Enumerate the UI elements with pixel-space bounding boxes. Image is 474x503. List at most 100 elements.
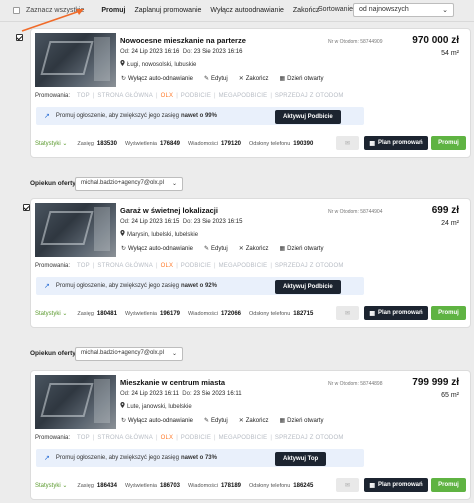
promo-option[interactable]: SPRZEDAJ Z OTODOM [275, 435, 344, 441]
listing-price: 799 999 zł [412, 377, 459, 388]
calendar-icon: ▦ [369, 482, 375, 489]
refresh-icon: ↻ [121, 418, 127, 424]
promo-option[interactable]: OLX [161, 93, 174, 99]
date-from: 24 Lip 2023 16:16 [131, 49, 180, 55]
stat-label: Wyświetlenia [124, 482, 157, 489]
promo-option[interactable]: STRONA GŁÓWNA [97, 435, 153, 441]
bulk-disable-autorenew-link[interactable]: Wyłącz autoodnawianie [210, 7, 283, 14]
disable-autorenew-action[interactable]: ↻ Wyłącz auto-odnawianie [121, 245, 193, 253]
promote-button[interactable]: Promuj [431, 306, 466, 320]
chevron-down-icon: ⌄ [62, 483, 68, 489]
stats-toggle[interactable]: Statystyki ⌄ [35, 482, 67, 489]
stat-value: 176849 [159, 140, 181, 147]
promotion-plan-button[interactable]: ▦ Plan promowań [364, 136, 428, 150]
promotion-plan-button[interactable]: ▦ Plan promowań [364, 306, 428, 320]
promote-button[interactable]: Promuj [431, 478, 466, 492]
listing-title[interactable]: Nowocesne mieszkanie na parterze [120, 36, 246, 45]
edit-label: Edytuj [211, 417, 228, 424]
promo-option[interactable]: MEGAPODBICIE [219, 435, 268, 441]
end-action[interactable]: ✕ Zakończ [239, 75, 269, 83]
calendar-icon: ▦ [279, 246, 286, 252]
messages-button[interactable]: ✉ [336, 136, 359, 150]
promo-option[interactable]: SPRZEDAJ Z OTODOM [275, 263, 344, 269]
date-to-label: Do: [182, 391, 192, 397]
date-from-label: Od: [120, 219, 130, 225]
promo-option[interactable]: TOP [77, 435, 90, 441]
promote-button[interactable]: Promuj [431, 136, 466, 150]
promo-option[interactable]: MEGAPODBICIE [219, 263, 268, 269]
stat-phone-views: Odsłony telefonu 190390 [249, 141, 313, 147]
listing-select-checkbox[interactable] [23, 204, 30, 211]
trend-up-icon: ↗ [44, 113, 50, 120]
listing-photo[interactable] [35, 203, 116, 257]
open-day-action[interactable]: ▦ Dzień otwarty [279, 245, 323, 253]
stat-label: Odsłony telefonu [249, 310, 291, 317]
promo-option[interactable]: TOP [77, 263, 90, 269]
stat-messages: Wiadomości 172066 [188, 311, 241, 317]
select-all-checkbox[interactable] [13, 7, 20, 14]
stat-value: 186245 [293, 482, 314, 489]
listing-owner-select[interactable]: michal.badzio+agency7@olx.pl ⌄ [75, 177, 183, 191]
stat-label: Wiadomości [188, 140, 218, 147]
promotion-plan-label: Plan promowań [378, 310, 423, 316]
end-action[interactable]: ✕ Zakończ [238, 245, 269, 253]
open-day-action[interactable]: ▦ Dzień otwarty [279, 75, 324, 83]
promotions-label: Promowania: [35, 93, 71, 99]
promo-option[interactable]: OLX [161, 263, 174, 269]
stat-views: Wyświetlenia 176849 [125, 141, 180, 147]
end-action[interactable]: ✕ Zakończ [239, 417, 269, 425]
listing-location: Ługi, nowosolski, lubuskie [120, 60, 196, 68]
promo-option[interactable]: PODBICIE [181, 93, 211, 99]
date-from: 24 Lip 2023 16:15 [131, 219, 180, 225]
open-day-action[interactable]: ▦ Dzień otwarty [279, 417, 323, 425]
activate-promo-button[interactable]: Aktywuj Podbicie [275, 280, 341, 294]
bulk-end-link[interactable]: Zakończ [293, 7, 319, 14]
promo-option[interactable]: MEGAPODBICIE [219, 93, 268, 99]
disable-autorenew-action[interactable]: ↻ Wyłącz auto-odnawianie [121, 417, 193, 425]
stats-toggle[interactable]: Statystyki ⌄ [35, 140, 67, 147]
promo-separator: | [156, 93, 158, 99]
promo-option[interactable]: PODBICIE [181, 263, 211, 269]
open-day-label: Dzień otwarty [287, 75, 324, 82]
listing-area: 54 m² [441, 50, 459, 57]
messages-button[interactable]: ✉ [336, 478, 359, 492]
edit-action[interactable]: ✎ Edytuj [204, 75, 228, 83]
listing-title[interactable]: Garaż w świetnej lokalizacji [120, 206, 218, 215]
promo-separator: | [92, 435, 95, 441]
listing-title[interactable]: Mieszkanie w centrum miasta [120, 378, 225, 387]
promo-option[interactable]: STRONA GŁÓWNA [97, 93, 153, 99]
date-to: 23 Sie 2023 16:11 [193, 391, 242, 397]
promo-option[interactable]: PODBICIE [181, 435, 211, 441]
promotion-plan-button[interactable]: ▦ Plan promowań [364, 478, 428, 492]
activate-promo-button[interactable]: Aktywuj Podbicie [275, 110, 341, 124]
activate-promo-button[interactable]: Aktywuj Top [275, 452, 327, 466]
banner-text: Promuj ogłoszenie, aby zwiększyć jego za… [55, 283, 179, 289]
messages-button[interactable]: ✉ [336, 306, 359, 320]
stat-value: 196179 [159, 310, 181, 317]
bulk-schedule-link[interactable]: Zaplanuj promowanie [134, 7, 201, 14]
close-icon: ✕ [238, 246, 244, 252]
listing-actions: ↻ Wyłącz auto-odnawianie ✎ Edytuj ✕ Zakończ… [121, 417, 323, 425]
promo-option[interactable]: STRONA GŁÓWNA [97, 263, 153, 269]
chevron-down-icon: ⌄ [171, 351, 177, 357]
promo-option[interactable]: TOP [77, 93, 90, 99]
envelope-icon: ✉ [344, 140, 351, 147]
stat-value: 186434 [96, 482, 117, 489]
envelope-icon: ✉ [344, 482, 351, 489]
stats-toggle[interactable]: Statystyki ⌄ [35, 310, 67, 317]
edit-action[interactable]: ✎ Edytuj [204, 417, 228, 425]
otodom-number: Nr w Otodom: 58744904 [328, 209, 383, 215]
banner-highlight: nawet o 73% [180, 455, 217, 461]
edit-action[interactable]: ✎ Edytuj [204, 245, 228, 253]
listing-photo[interactable] [35, 33, 116, 87]
listing-photo[interactable] [35, 375, 116, 429]
disable-autorenew-action[interactable]: ↻ Wyłącz auto-odnawianie [121, 75, 193, 83]
select-all-label[interactable]: Zaznacz wszystkie [26, 7, 84, 14]
promo-option[interactable]: OLX [161, 435, 174, 441]
listing-owner-select[interactable]: michal.badzio+agency7@olx.pl ⌄ [75, 347, 183, 361]
listing-select-checkbox[interactable] [16, 34, 23, 41]
listing-location: Lute, janowski, lubelskie [120, 402, 192, 410]
sort-select[interactable]: od najnowszych ⌄ [353, 3, 454, 17]
bulk-promote-link[interactable]: Promuj [101, 7, 125, 14]
promo-option[interactable]: SPRZEDAJ Z OTODOM [275, 93, 344, 99]
